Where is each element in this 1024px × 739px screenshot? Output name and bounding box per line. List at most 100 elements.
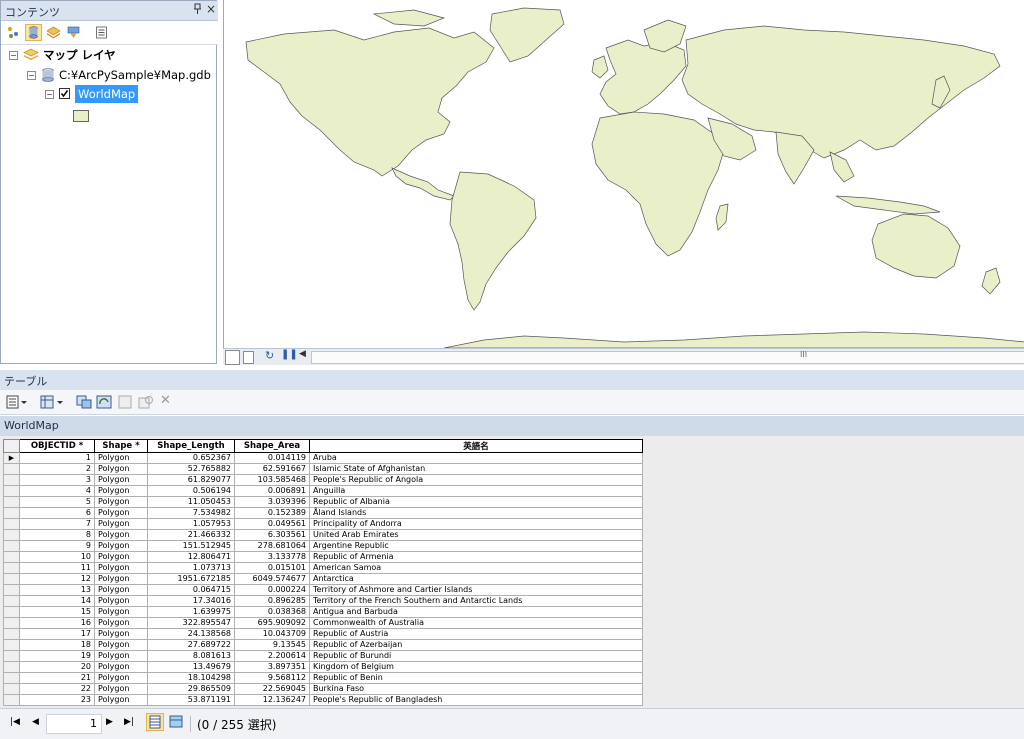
shape-area-cell[interactable]: 0.152389 [234, 507, 310, 519]
shape-cell[interactable]: Polygon [94, 606, 148, 618]
english-name-cell[interactable]: Aruba [309, 452, 643, 464]
list-by-selection-icon[interactable] [65, 24, 82, 41]
collapse-icon[interactable]: − [27, 71, 36, 80]
shape-cell[interactable]: Polygon [94, 551, 148, 563]
shape-cell[interactable]: Polygon [94, 639, 148, 651]
shape-cell[interactable]: Polygon [94, 474, 148, 486]
shape-area-cell[interactable]: 0.000224 [234, 584, 310, 596]
layer-name[interactable]: WorldMap [75, 85, 139, 103]
table-row[interactable]: 20 Polygon 13.49679 3.897351 Kingdom of Belg… [3, 661, 643, 673]
tree-map-layers[interactable]: − マップ レイヤ [5, 46, 210, 64]
shape-length-cell[interactable]: 53.871191 [147, 694, 235, 706]
objectid-cell[interactable]: 11 [19, 562, 95, 574]
shape-length-cell[interactable]: 13.49679 [147, 661, 235, 673]
tree-geodatabase[interactable]: − C:¥ArcPySample¥Map.gdb [5, 66, 211, 84]
shape-length-cell[interactable]: 11.050453 [147, 496, 235, 508]
row-selector[interactable] [3, 551, 20, 563]
shape-cell[interactable]: Polygon [94, 628, 148, 640]
shape-length-cell[interactable]: 0.652367 [147, 452, 235, 464]
shape-area-cell[interactable]: 0.896285 [234, 595, 310, 607]
row-selector[interactable] [3, 617, 20, 629]
shape-area-cell[interactable]: 0.006891 [234, 485, 310, 497]
table-row[interactable]: 8 Polygon 21.466332 6.303561 United Arab Emi… [3, 529, 643, 541]
objectid-cell[interactable]: 2 [19, 463, 95, 475]
record-number-input[interactable]: 1 [46, 714, 102, 734]
objectid-cell[interactable]: 21 [19, 672, 95, 684]
english-name-cell[interactable]: Republic of Benin [309, 672, 643, 684]
shape-cell[interactable]: Polygon [94, 452, 148, 464]
shape-cell[interactable]: Polygon [94, 617, 148, 629]
column-header[interactable]: OBJECTID * [19, 439, 95, 453]
shape-cell[interactable]: Polygon [94, 529, 148, 541]
collapse-icon[interactable]: − [9, 51, 18, 60]
next-record-icon[interactable]: ▶ [106, 717, 113, 727]
list-by-drawing-order-icon[interactable] [5, 24, 22, 41]
english-name-cell[interactable]: Argentine Republic [309, 540, 643, 552]
english-name-cell[interactable]: Kingdom of Belgium [309, 661, 643, 673]
show-all-records-icon[interactable] [146, 713, 164, 731]
shape-area-cell[interactable]: 2.200614 [234, 650, 310, 662]
shape-area-cell[interactable]: 12.136247 [234, 694, 310, 706]
switch-selection-icon[interactable] [96, 395, 112, 412]
shape-area-cell[interactable]: 278.681064 [234, 540, 310, 552]
shape-cell[interactable]: Polygon [94, 595, 148, 607]
shape-length-cell[interactable]: 52.765882 [147, 463, 235, 475]
previous-record-icon[interactable]: ◀ [32, 717, 39, 727]
shape-length-cell[interactable]: 0.064715 [147, 584, 235, 596]
options-icon[interactable] [93, 24, 110, 41]
shape-area-cell[interactable]: 0.038368 [234, 606, 310, 618]
objectid-cell[interactable]: 7 [19, 518, 95, 530]
table-row[interactable]: 19 Polygon 8.081613 2.200614 Republic of Bur… [3, 650, 643, 662]
english-name-cell[interactable]: American Samoa [309, 562, 643, 574]
objectid-cell[interactable]: 20 [19, 661, 95, 673]
shape-area-cell[interactable]: 10.043709 [234, 628, 310, 640]
english-name-cell[interactable]: Territory of Ashmore and Cartier Islands [309, 584, 643, 596]
row-selector[interactable] [3, 485, 20, 497]
shape-area-cell[interactable]: 3.133778 [234, 551, 310, 563]
table-row[interactable]: 14 Polygon 17.34016 0.896285 Territory of th… [3, 595, 643, 607]
english-name-cell[interactable]: United Arab Emirates [309, 529, 643, 541]
table-row[interactable]: 2 Polygon 52.765882 62.591667 Islamic State … [3, 463, 643, 475]
shape-cell[interactable]: Polygon [94, 683, 148, 695]
row-selector[interactable] [3, 474, 20, 486]
shape-length-cell[interactable]: 1951.672185 [147, 573, 235, 585]
row-selector[interactable] [3, 639, 20, 651]
row-selector[interactable] [3, 694, 20, 706]
objectid-cell[interactable]: 9 [19, 540, 95, 552]
shape-length-cell[interactable]: 24.138568 [147, 628, 235, 640]
column-header[interactable]: Shape_Length [147, 439, 235, 453]
collapse-icon[interactable]: − [45, 90, 54, 99]
english-name-cell[interactable]: People's Republic of Angola [309, 474, 643, 486]
shape-cell[interactable]: Polygon [94, 672, 148, 684]
shape-length-cell[interactable]: 7.534982 [147, 507, 235, 519]
english-name-cell[interactable]: Commonwealth of Australia [309, 617, 643, 629]
shape-area-cell[interactable]: 3.039396 [234, 496, 310, 508]
shape-length-cell[interactable]: 0.506194 [147, 485, 235, 497]
related-tables-icon[interactable] [40, 395, 64, 412]
row-selector[interactable] [3, 496, 20, 508]
select-by-attributes-icon[interactable] [76, 395, 92, 412]
shape-cell[interactable]: Polygon [94, 496, 148, 508]
row-selector[interactable] [3, 507, 20, 519]
table-row[interactable]: 22 Polygon 29.865509 22.569045 Burkina Faso [3, 683, 643, 695]
row-selector[interactable] [3, 595, 20, 607]
shape-cell[interactable]: Polygon [94, 485, 148, 497]
column-header[interactable]: Shape * [94, 439, 148, 453]
shape-cell[interactable]: Polygon [94, 507, 148, 519]
table-row[interactable]: 21 Polygon 18.104298 9.568112 Republic of Be… [3, 672, 643, 684]
shape-cell[interactable]: Polygon [94, 584, 148, 596]
shape-cell[interactable]: Polygon [94, 562, 148, 574]
close-icon[interactable]: × [206, 2, 216, 16]
objectid-cell[interactable]: 13 [19, 584, 95, 596]
data-view-icon[interactable] [225, 350, 240, 365]
objectid-cell[interactable]: 8 [19, 529, 95, 541]
table-row[interactable]: 15 Polygon 1.639975 0.038368 Antigua and Bar… [3, 606, 643, 618]
shape-area-cell[interactable]: 9.568112 [234, 672, 310, 684]
table-row[interactable]: 7 Polygon 1.057953 0.049561 Principality of … [3, 518, 643, 530]
list-by-source-icon[interactable] [25, 24, 42, 41]
objectid-cell[interactable]: 12 [19, 573, 95, 585]
layout-view-icon[interactable] [243, 351, 254, 364]
table-row[interactable]: 11 Polygon 1.073713 0.015101 American Samoa [3, 562, 643, 574]
row-selector[interactable] [3, 606, 20, 618]
column-header[interactable]: 英語名 [309, 439, 643, 453]
